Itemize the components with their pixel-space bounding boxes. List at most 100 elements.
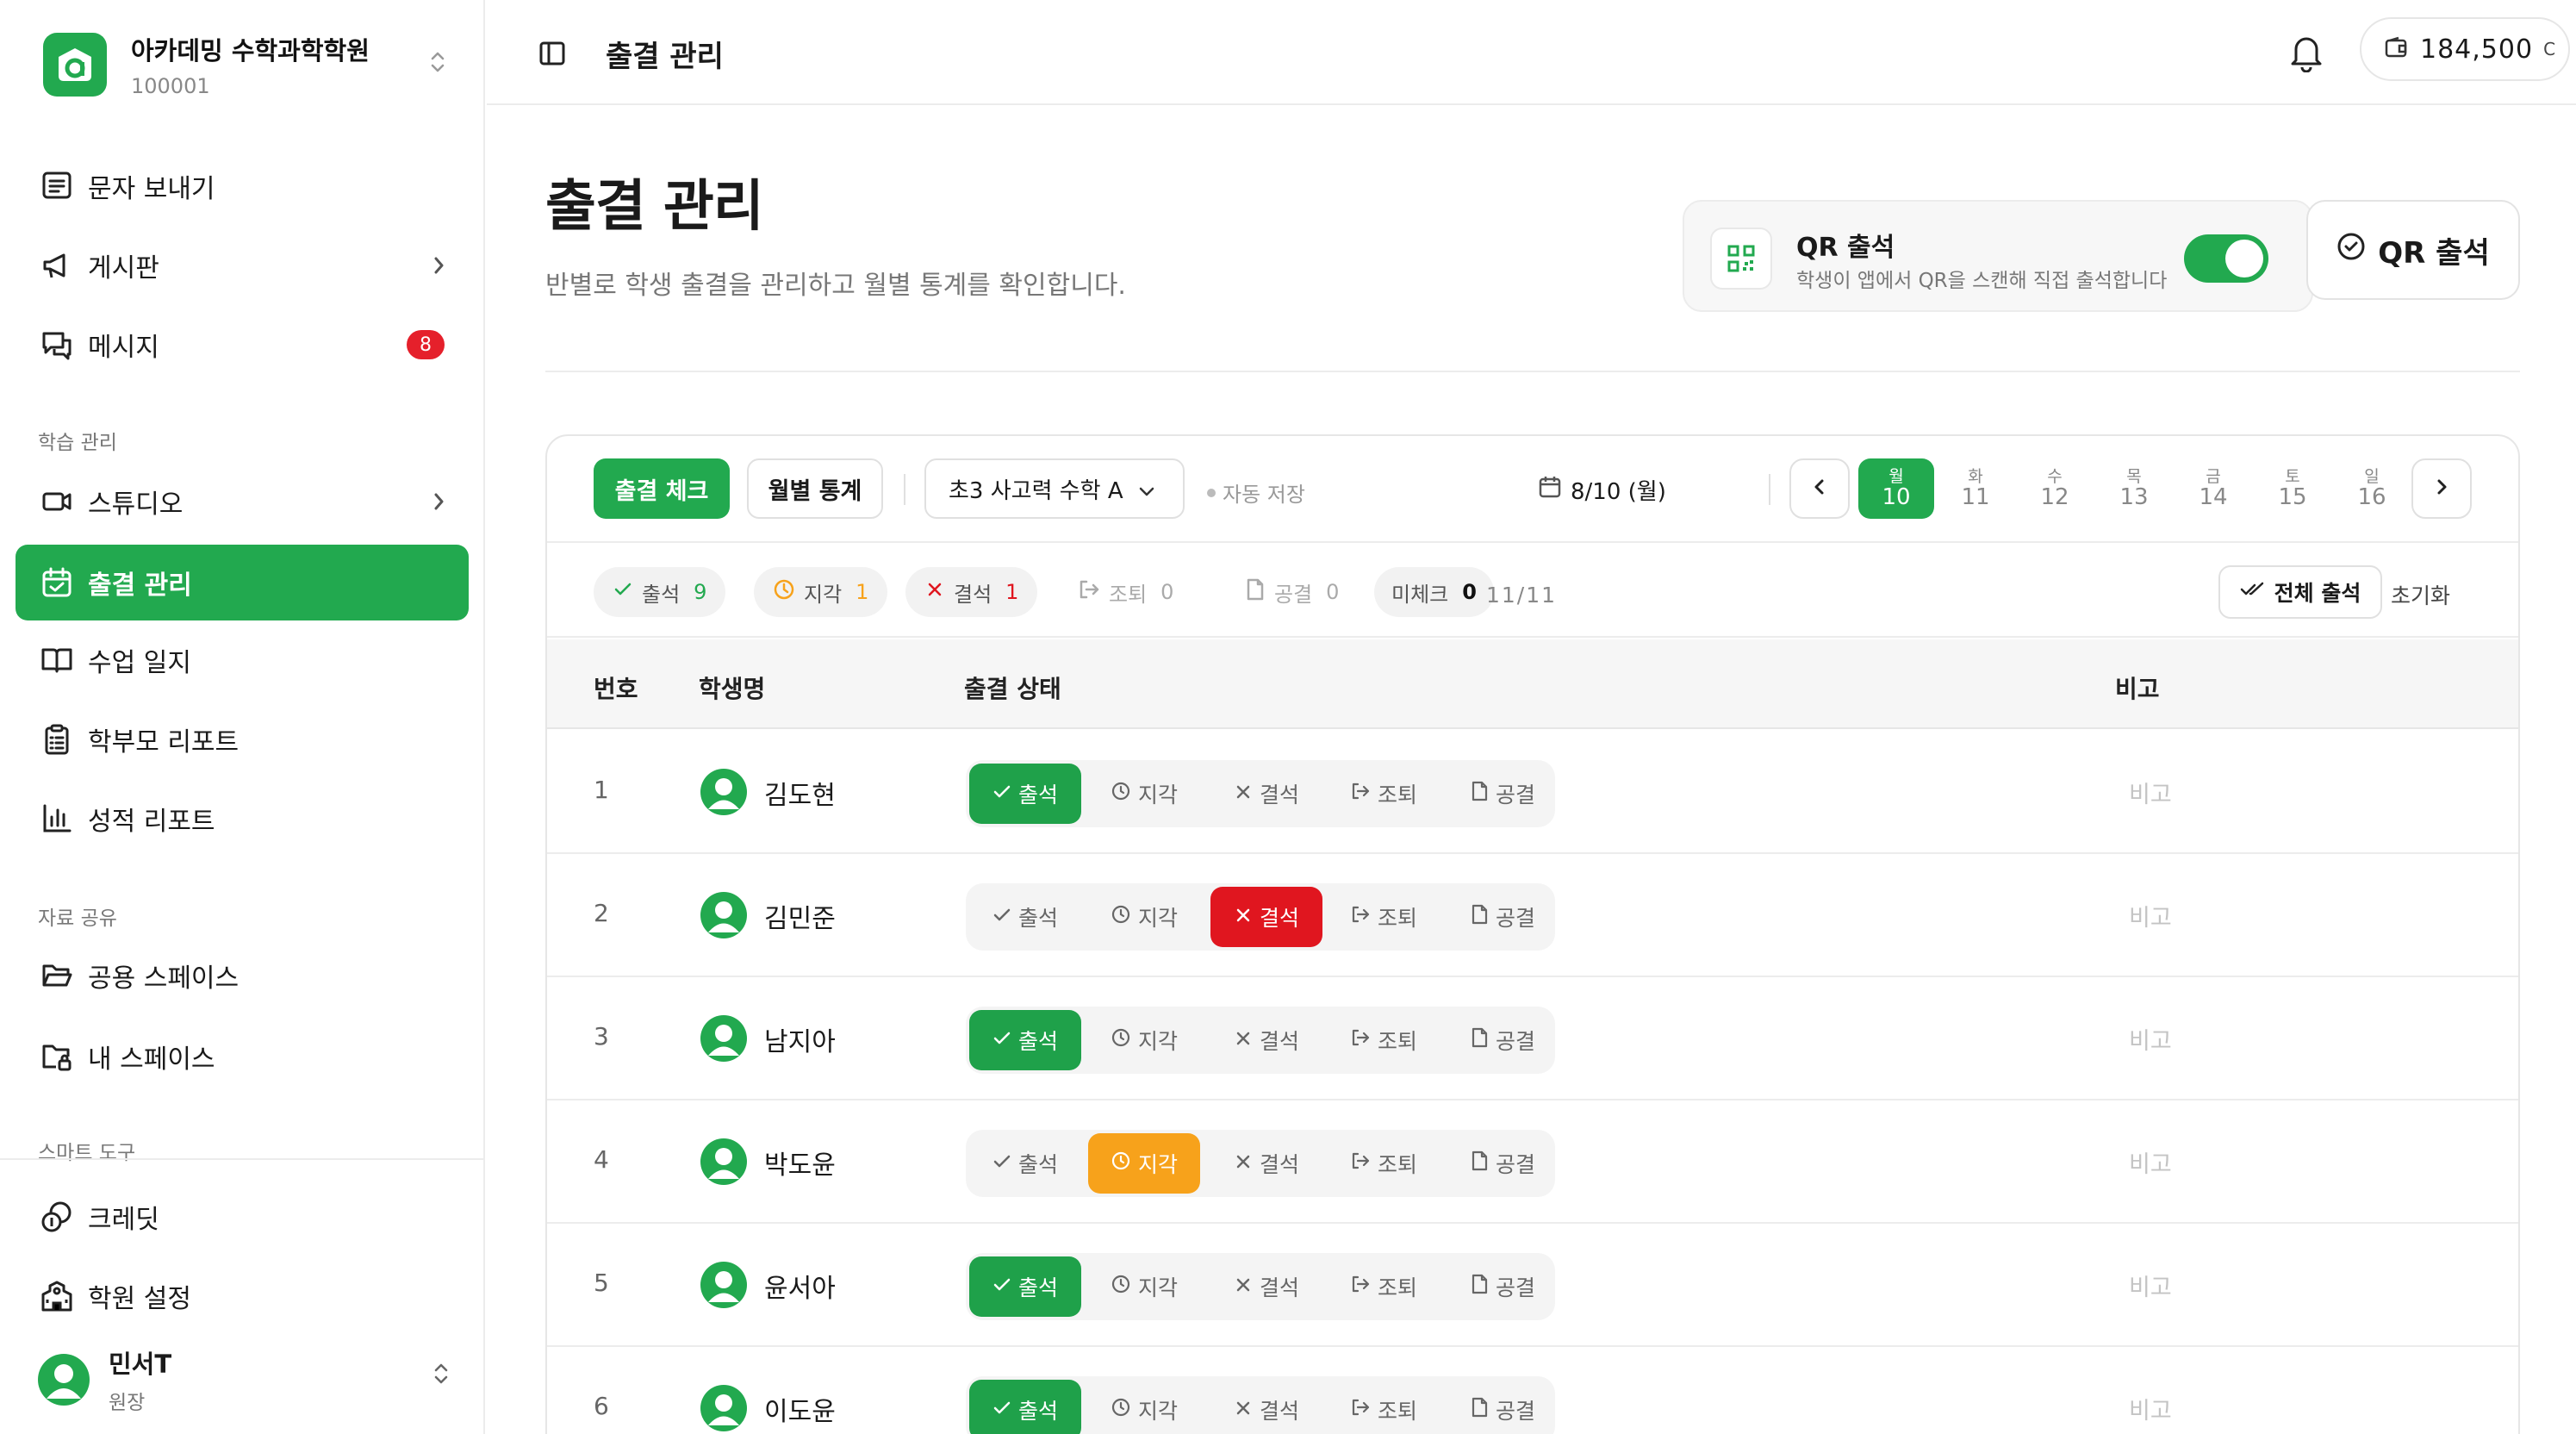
summary-label: 지각 [804,582,843,607]
status-late-button[interactable]: 지각 [1088,1010,1200,1070]
nav-class-log[interactable]: 수업 일지 [16,622,469,698]
nav-send-message[interactable]: 문자 보내기 [16,148,469,224]
status-early-button[interactable]: 조퇴 [1328,1010,1440,1070]
status-official-button[interactable]: 공결 [1447,1133,1559,1194]
status-absent-button[interactable]: 결석 [1210,764,1322,824]
nav-credit[interactable]: 크레딧 [16,1179,469,1255]
student-name: 김도현 [764,781,836,811]
status-absent-button[interactable]: 결석 [1210,1010,1322,1070]
sidebar-toggle-icon[interactable] [533,34,571,72]
status-label: 출석 [1017,1399,1058,1424]
nav-label: 공용 스페이스 [88,963,240,994]
day-button[interactable]: 목 13 [2096,458,2172,519]
note-field[interactable]: 비고 [2129,1392,2172,1425]
note-field[interactable]: 비고 [2129,899,2172,932]
status-dot [1207,488,1216,497]
nav-board[interactable]: 게시판 [16,228,469,303]
status-absent-button[interactable]: 결석 [1210,1133,1322,1194]
summary-count: 1 [1005,580,1019,604]
student-avatar [700,769,747,815]
status-label: 지각 [1137,906,1178,931]
status-early-button[interactable]: 조퇴 [1328,1380,1440,1434]
summary-count: 0 [1160,580,1174,604]
status-absent-button[interactable]: 결석 [1210,1380,1322,1434]
status-absent-button[interactable]: 결석 [1210,1256,1322,1317]
attendance-status-group: 출석 지각 결석 조퇴 공결 [966,1007,1555,1074]
clock-icon [1111,1397,1131,1423]
nav-academy-settings[interactable]: 학원 설정 [16,1258,469,1334]
chevron-left-icon [1809,477,1830,501]
table-row: 4 박도윤 출석 지각 결석 조퇴 공결 비고 [547,1100,2518,1224]
credit-balance-button[interactable]: 184,500 C [2360,17,2570,81]
student-avatar [700,1262,747,1308]
day-button[interactable]: 월 10 [1858,458,1934,519]
reset-button[interactable]: 초기화 [2391,579,2450,610]
status-present-button[interactable]: 출석 [969,1380,1081,1434]
nav-studio[interactable]: 스튜디오 [16,464,469,539]
status-late-button[interactable]: 지각 [1088,1380,1200,1434]
document-icon [1470,904,1489,930]
status-present-button[interactable]: 출석 [969,1256,1081,1317]
day-button[interactable]: 금 14 [2175,458,2251,519]
status-present-button[interactable]: 출석 [969,1133,1081,1194]
status-early-button[interactable]: 조퇴 [1328,1256,1440,1317]
nav-messages[interactable]: 메시지 8 [16,307,469,383]
section-label-learning: 학습 관리 [38,432,117,454]
nav-parent-report[interactable]: 학부모 리포트 [16,701,469,777]
status-absent-button[interactable]: 결석 [1210,887,1322,947]
note-field[interactable]: 비고 [2129,1022,2172,1056]
student-avatar [700,1138,747,1185]
column-header-name: 학생명 [699,675,766,703]
status-present-button[interactable]: 출석 [969,1010,1081,1070]
next-week-button[interactable] [2411,458,2472,519]
status-label: 지각 [1137,1275,1178,1300]
status-official-button[interactable]: 공결 [1447,764,1559,824]
mark-all-present-button[interactable]: 전체 출석 [2218,565,2382,619]
note-field[interactable]: 비고 [2129,776,2172,809]
nav-label: 성적 리포트 [88,807,215,837]
status-late-button[interactable]: 지각 [1088,764,1200,824]
qr-attendance-button[interactable]: QR 출석 [2306,200,2520,300]
status-official-button[interactable]: 공결 [1447,1256,1559,1317]
day-button[interactable]: 수 12 [2017,458,2093,519]
x-icon [924,579,945,605]
status-official-button[interactable]: 공결 [1447,887,1559,947]
note-field[interactable]: 비고 [2129,1269,2172,1302]
day-button[interactable]: 토 15 [2255,458,2330,519]
document-icon [1470,1150,1489,1176]
bell-icon[interactable] [2287,31,2325,76]
tab-monthly-stats[interactable]: 월별 통계 [747,458,883,519]
class-select[interactable]: 초3 사고력 수학 A [924,458,1185,519]
day-button[interactable]: 일 16 [2334,458,2410,519]
summary-count: 0 [1326,580,1340,604]
status-early-button[interactable]: 조퇴 [1328,1133,1440,1194]
summary-label: 공결 [1274,582,1313,607]
note-field[interactable]: 비고 [2129,1145,2172,1179]
status-late-button[interactable]: 지각 [1088,887,1200,947]
tab-attendance-check[interactable]: 출결 체크 [594,458,730,519]
status-early-button[interactable]: 조퇴 [1328,887,1440,947]
day-of-week: 월 [1888,467,1904,486]
status-official-button[interactable]: 공결 [1447,1010,1559,1070]
summary-unchecked: 미체크 0 [1374,567,1494,617]
nav-attendance[interactable]: 출결 관리 [16,545,469,620]
nav-my-space[interactable]: 내 스페이스 [16,1019,469,1094]
status-present-button[interactable]: 출석 [969,887,1081,947]
attendance-panel: 출결 체크 월별 통계 초3 사고력 수학 A 자동 저장 8/10 (월) 월… [545,434,2520,1434]
status-present-button[interactable]: 출석 [969,764,1081,824]
user-menu[interactable]: 민서T 원장 [38,1344,451,1415]
autosave-status: 자동 저장 [1207,477,1305,508]
status-official-button[interactable]: 공결 [1447,1380,1559,1434]
day-button[interactable]: 화 11 [1938,458,2013,519]
nav-shared-space[interactable]: 공용 스페이스 [16,938,469,1013]
prev-week-button[interactable] [1789,458,1850,519]
table-header: 번호 학생명 출결 상태 비고 [547,639,2518,729]
qr-attendance-toggle[interactable] [2184,234,2268,283]
status-early-button[interactable]: 조퇴 [1328,764,1440,824]
status-late-button[interactable]: 지각 [1088,1133,1200,1194]
org-switcher[interactable]: 아카데밍 수학과학학원 100001 [43,31,448,98]
status-late-button[interactable]: 지각 [1088,1256,1200,1317]
check-icon [613,579,633,605]
nav-grade-report[interactable]: 성적 리포트 [16,781,469,857]
summary-count: 9 [694,580,707,604]
